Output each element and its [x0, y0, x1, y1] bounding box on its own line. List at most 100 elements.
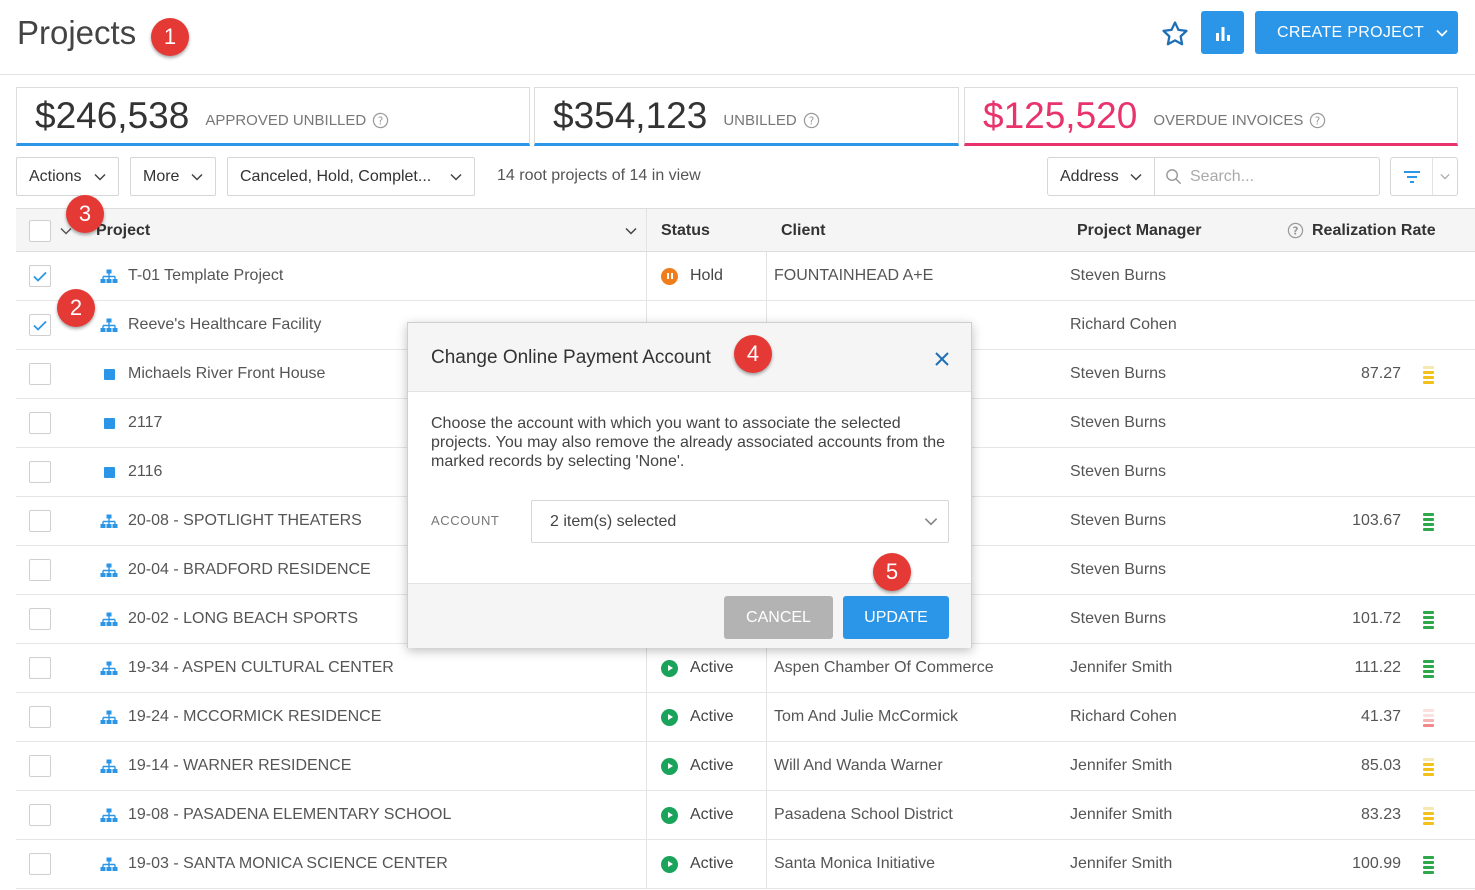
project-column-menu[interactable]: [625, 209, 637, 252]
help-icon[interactable]: ?: [1309, 112, 1326, 129]
filter-icon-wrap[interactable]: [1391, 158, 1433, 195]
status-text: Active: [690, 806, 734, 823]
account-label: ACCOUNT: [431, 513, 500, 528]
hierarchy-icon: [100, 857, 118, 872]
project-name: 19-14 - WARNER RESIDENCE: [128, 757, 352, 774]
rate-level-indicator: [1423, 366, 1434, 384]
client-cell: Santa Monica Initiative: [774, 855, 935, 872]
table-row[interactable]: 19-24 - MCCORMICK RESIDENCE Active Tom And…: [16, 693, 1475, 742]
header-manager[interactable]: Project Manager: [1077, 209, 1201, 252]
filter-options-toggle[interactable]: [1433, 158, 1457, 195]
chevron-down-icon: [191, 173, 203, 181]
bar-chart-icon: [1215, 26, 1230, 41]
table-row[interactable]: 19-08 - PASADENA ELEMENTARY SCHOOL Active…: [16, 791, 1475, 840]
stat-approved-unbilled[interactable]: $246,538 APPROVED UNBILLED ?: [16, 87, 530, 146]
stat-label-text: APPROVED UNBILLED: [205, 112, 367, 129]
chart-button[interactable]: [1201, 11, 1244, 54]
select-all-checkbox[interactable]: [29, 220, 51, 242]
favorite-star-icon[interactable]: [1155, 14, 1195, 54]
step-marker-3: 3: [66, 195, 104, 233]
dialog-header: Change Online Payment Account: [408, 323, 971, 392]
project-name: 19-34 - ASPEN CULTURAL CENTER: [128, 659, 394, 676]
search-box[interactable]: [1154, 157, 1380, 196]
project-cell[interactable]: 20-02 - LONG BEACH SPORTS: [100, 595, 358, 643]
status-cell: Hold: [661, 252, 723, 300]
project-cell[interactable]: 20-04 - BRADFORD RESIDENCE: [100, 546, 371, 594]
project-cell[interactable]: T-01 Template Project: [100, 252, 283, 300]
project-cell[interactable]: 2117: [100, 399, 162, 447]
chevron-down-icon: [625, 227, 637, 235]
row-checkbox[interactable]: [29, 853, 51, 875]
stat-amount: $354,123: [553, 94, 708, 136]
status-text: Hold: [690, 267, 723, 284]
header-client[interactable]: Client: [781, 209, 825, 252]
more-dropdown[interactable]: More: [130, 157, 216, 196]
status-filter-value: Canceled, Hold, Complet...: [240, 167, 432, 185]
hierarchy-icon: [100, 318, 118, 333]
project-cell[interactable]: 19-14 - WARNER RESIDENCE: [100, 742, 351, 790]
stat-amount: $125,520: [983, 94, 1138, 136]
hierarchy-icon: [100, 759, 118, 774]
table-row[interactable]: 19-03 - SANTA MONICA SCIENCE CENTER Activ…: [16, 840, 1475, 889]
help-icon[interactable]: ?: [1287, 222, 1304, 239]
stat-label-text: OVERDUE INVOICES: [1153, 112, 1304, 129]
project-cell[interactable]: 19-03 - SANTA MONICA SCIENCE CENTER: [100, 840, 448, 888]
dialog-description: Choose the account with which you want t…: [431, 415, 946, 470]
actions-dropdown[interactable]: Actions: [16, 157, 119, 196]
table-row[interactable]: 19-34 - ASPEN CULTURAL CENTER Active Aspen…: [16, 644, 1475, 693]
stat-overdue-invoices[interactable]: $125,520 OVERDUE INVOICES ?: [964, 87, 1458, 146]
row-checkbox[interactable]: [29, 510, 51, 532]
help-icon[interactable]: ?: [803, 112, 820, 129]
update-button[interactable]: UPDATE: [843, 596, 949, 639]
manager-cell: Steven Burns: [1070, 561, 1167, 578]
close-icon[interactable]: [932, 349, 952, 369]
filter-button[interactable]: [1390, 157, 1458, 196]
project-cell[interactable]: Reeve's Healthcare Facility: [100, 301, 321, 349]
row-checkbox[interactable]: [29, 314, 51, 336]
status-filter-dropdown[interactable]: Canceled, Hold, Complet...: [227, 157, 475, 196]
project-name: 19-08 - PASADENA ELEMENTARY SCHOOL: [128, 806, 452, 823]
project-name: 20-04 - BRADFORD RESIDENCE: [128, 561, 371, 578]
rate-level-indicator: [1423, 611, 1434, 629]
change-payment-account-dialog: Change Online Payment Account Choose the…: [407, 322, 972, 648]
row-checkbox[interactable]: [29, 706, 51, 728]
rate-level-indicator: [1423, 758, 1434, 776]
client-cell: Tom And Julie McCormick: [774, 708, 959, 725]
header-project[interactable]: Project: [96, 209, 150, 252]
row-checkbox[interactable]: [29, 363, 51, 385]
project-cell[interactable]: Michaels River Front House: [100, 350, 325, 398]
row-checkbox[interactable]: [29, 804, 51, 826]
project-cell[interactable]: 2116: [100, 448, 162, 496]
row-checkbox[interactable]: [29, 608, 51, 630]
rate-value: 100.99: [1352, 855, 1401, 872]
row-checkbox[interactable]: [29, 657, 51, 679]
project-cell[interactable]: 19-08 - PASADENA ELEMENTARY SCHOOL: [100, 791, 451, 839]
row-checkbox[interactable]: [29, 265, 51, 287]
play-icon: [661, 757, 678, 775]
chevron-down-icon: [1436, 29, 1448, 37]
manager-cell: Steven Burns: [1070, 463, 1167, 480]
header-rate[interactable]: ? Realization Rate: [1287, 209, 1436, 252]
project-cell[interactable]: 19-24 - MCCORMICK RESIDENCE: [100, 693, 381, 741]
project-cell[interactable]: 19-34 - ASPEN CULTURAL CENTER: [100, 644, 394, 692]
account-select[interactable]: 2 item(s) selected: [531, 500, 949, 543]
chevron-down-icon: [94, 173, 106, 181]
project-cell[interactable]: 20-08 - SPOTLIGHT THEATERS: [100, 497, 362, 545]
row-checkbox[interactable]: [29, 755, 51, 777]
table-row[interactable]: T-01 Template Project Hold FOUNTAINHEAD A+…: [16, 252, 1475, 301]
cancel-button[interactable]: CANCEL: [724, 596, 833, 639]
row-checkbox[interactable]: [29, 559, 51, 581]
stat-unbilled[interactable]: $354,123 UNBILLED ?: [534, 87, 959, 146]
address-dropdown[interactable]: Address: [1047, 157, 1155, 196]
create-project-button[interactable]: CREATE PROJECT: [1255, 11, 1458, 54]
dialog-footer: CANCEL UPDATE: [408, 583, 971, 648]
help-icon[interactable]: ?: [372, 112, 389, 129]
row-checkbox[interactable]: [29, 461, 51, 483]
manager-cell: Richard Cohen: [1070, 708, 1177, 725]
row-checkbox[interactable]: [29, 412, 51, 434]
search-input[interactable]: [1190, 167, 1370, 186]
manager-cell: Steven Burns: [1070, 610, 1167, 627]
project-name: 19-24 - MCCORMICK RESIDENCE: [128, 708, 382, 725]
header-status[interactable]: Status: [661, 209, 710, 252]
table-row[interactable]: 19-14 - WARNER RESIDENCE Active Will And W…: [16, 742, 1475, 791]
